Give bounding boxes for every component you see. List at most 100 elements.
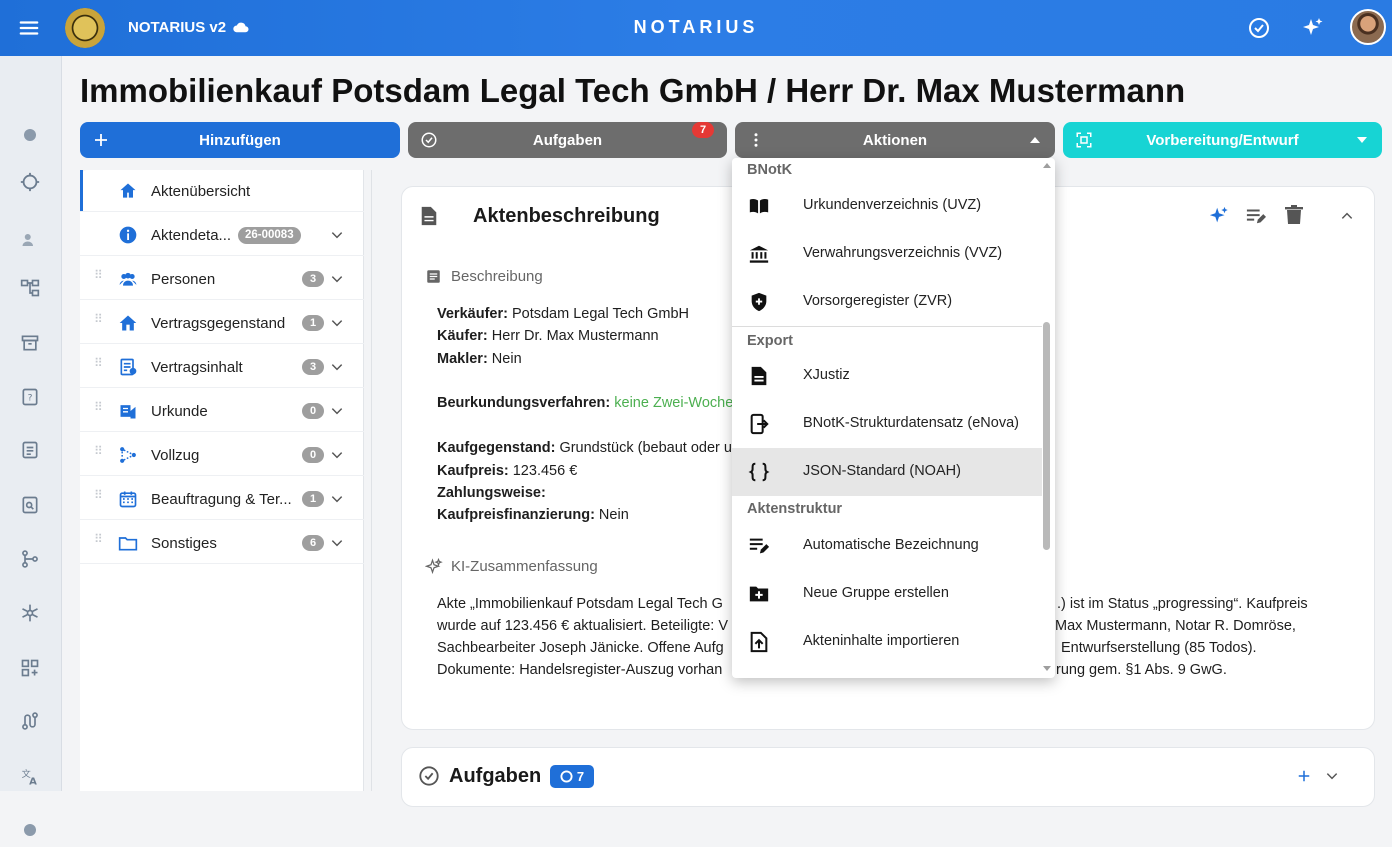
status-dropdown[interactable]: Vorbereitung/Entwurf (1063, 122, 1382, 158)
sidebar-item-label: Beauftragung & Ter... (151, 491, 292, 508)
chevron-up-icon[interactable] (1339, 209, 1355, 223)
sidebar-item-contract-content[interactable]: ⠿ Vertragsinhalt 3 (80, 346, 364, 388)
chevron-down-icon[interactable] (330, 536, 344, 550)
document-list-icon[interactable] (13, 433, 47, 467)
delete-icon[interactable] (1285, 205, 1303, 225)
archive-icon[interactable] (13, 326, 47, 360)
sidebar-item-persons[interactable]: ⠿ Personen 3 (80, 258, 364, 300)
menu-item-label: Neue Gruppe erstellen (803, 585, 949, 601)
sidebar-item-appointments[interactable]: ⠿ Beauftragung & Ter... 1 (80, 478, 364, 520)
chevron-down-icon[interactable] (330, 272, 344, 286)
menu-item-import[interactable]: Akteninhalte importieren (732, 618, 1042, 666)
book-icon (749, 198, 769, 214)
menu-item-xjustiz[interactable]: XJustiz (732, 352, 1042, 400)
braces-icon (748, 462, 770, 482)
sidebar-item-other[interactable]: ⠿ Sonstiges 6 (80, 522, 364, 564)
svg-text:?: ? (28, 392, 33, 403)
check-circle-icon[interactable] (1247, 16, 1271, 40)
apps-add-icon[interactable] (13, 651, 47, 685)
tasks-button[interactable]: Aufgaben (408, 122, 727, 158)
chevron-down-icon[interactable] (330, 360, 344, 374)
sidebar-item-deed[interactable]: ⠿ Urkunde 0 (80, 390, 364, 432)
caret-down-icon (1357, 137, 1367, 143)
drag-handle-icon[interactable]: ⠿ (94, 401, 103, 413)
menu-item-vvz[interactable]: Verwahrungsverzeichnis (VVZ) (732, 230, 1042, 278)
folder-icon (118, 537, 138, 551)
sidebar-item-label: Aktendeta... (151, 227, 232, 244)
chevron-down-icon[interactable] (330, 492, 344, 506)
sidebar-item-label: Sonstiges (151, 535, 217, 552)
sidebar-item-overview[interactable]: Aktenübersicht (80, 170, 364, 212)
menu-item-zvr[interactable]: Vorsorgeregister (ZVR) (732, 278, 1042, 326)
sidebar-item-execution[interactable]: ⠿ Vollzug 0 (80, 434, 364, 476)
users-icon[interactable] (13, 223, 47, 257)
menu-item-label: Urkundenverzeichnis (UVZ) (803, 197, 982, 213)
drag-handle-icon[interactable]: ⠿ (94, 313, 103, 325)
chevron-down-icon[interactable] (330, 448, 344, 462)
sidebar-item-label: Personen (151, 271, 216, 288)
route-icon[interactable] (13, 704, 47, 738)
chevron-down-icon[interactable] (330, 228, 344, 242)
caret-up-icon (1030, 137, 1040, 143)
translate-icon[interactable]: 文A (13, 759, 47, 793)
drag-handle-icon[interactable]: ⠿ (94, 357, 103, 369)
add-button-label: Hinzufügen (199, 131, 281, 149)
ai-summary-line: rung gem. §1 Abs. 9 GwG. (1056, 662, 1227, 678)
ai-summary-line: .) ist im Status „progressing“. Kaufprei… (1057, 596, 1308, 612)
workflow-icon (120, 447, 136, 463)
actions-button-label: Aktionen (862, 131, 928, 149)
menu-item-enova[interactable]: BNotK-Strukturdatensatz (eNova) (732, 400, 1042, 448)
add-button[interactable]: Hinzufügen (80, 122, 400, 158)
menu-item-auto-name[interactable]: Automatische Bezeichnung (732, 522, 1042, 570)
house-icon (119, 315, 137, 331)
target-icon[interactable] (13, 165, 47, 199)
scan-frame-icon (1076, 132, 1092, 148)
help-doc-icon[interactable]: ? (13, 380, 47, 414)
git-branch-icon[interactable] (13, 542, 47, 576)
svg-text:A: A (29, 776, 37, 786)
section-sidebar: Aktenübersicht Aktendeta... 26-00083 ⠿ P… (80, 170, 364, 791)
drag-handle-icon[interactable]: ⠿ (94, 489, 103, 501)
sidebar-item-contract-object[interactable]: ⠿ Vertragsgegenstand 1 (80, 302, 364, 344)
ai-sparkle-icon[interactable] (1207, 205, 1231, 227)
settings-icon[interactable] (13, 813, 47, 847)
people-icon (119, 272, 137, 286)
edit-list-icon[interactable] (1245, 206, 1267, 226)
network-icon[interactable] (13, 596, 47, 630)
doc-search-icon[interactable] (13, 488, 47, 522)
drag-handle-icon[interactable]: ⠿ (94, 533, 103, 545)
menu-item-uvz[interactable]: Urkundenverzeichnis (UVZ) (732, 182, 1042, 230)
hierarchy-icon[interactable] (13, 271, 47, 305)
menu-group-structure: Aktenstruktur (747, 501, 843, 517)
page-title: Immobilienkauf Potsdam Legal Tech GmbH /… (80, 72, 1186, 109)
sparkle-icon[interactable] (1301, 16, 1325, 40)
field-seller: Verkäufer: Potsdam Legal Tech GmbH (437, 306, 690, 322)
scroll-up-arrow-icon[interactable] (1042, 161, 1052, 169)
chevron-down-icon[interactable] (330, 316, 344, 330)
circle-icon (560, 770, 573, 783)
drag-handle-icon[interactable]: ⠿ (94, 445, 103, 457)
menu-item-new-group[interactable]: Neue Gruppe erstellen (732, 570, 1042, 618)
avatar[interactable] (1350, 9, 1386, 45)
deed-icon (120, 405, 136, 419)
count-badge: 0 (302, 447, 324, 463)
document-icon (421, 206, 437, 226)
menu-item-json[interactable]: JSON-Standard (NOAH) (732, 448, 1042, 496)
menu-item-label: Vorsorgeregister (ZVR) (803, 293, 953, 309)
chevron-down-icon[interactable] (330, 404, 344, 418)
drag-handle-icon[interactable]: ⠿ (94, 269, 103, 281)
card-title: Aktenbeschreibung (473, 205, 660, 227)
sidebar-item-label: Urkunde (151, 403, 208, 420)
bank-icon (749, 245, 769, 263)
scroll-down-arrow-icon[interactable] (1042, 665, 1052, 673)
plus-icon[interactable] (1297, 769, 1311, 783)
sidebar-item-details[interactable]: Aktendeta... 26-00083 (80, 214, 364, 256)
edit-list-icon (749, 538, 770, 554)
chevron-down-icon[interactable] (1324, 769, 1340, 783)
stats-icon[interactable] (13, 118, 47, 152)
menu-item-label: BNotK-Strukturdatensatz (eNova) (803, 415, 1019, 431)
sidebar-item-label: Vollzug (151, 447, 200, 464)
actions-button[interactable]: Aktionen (735, 122, 1055, 158)
menu-scrollbar[interactable] (1043, 322, 1050, 550)
divider (371, 170, 372, 791)
